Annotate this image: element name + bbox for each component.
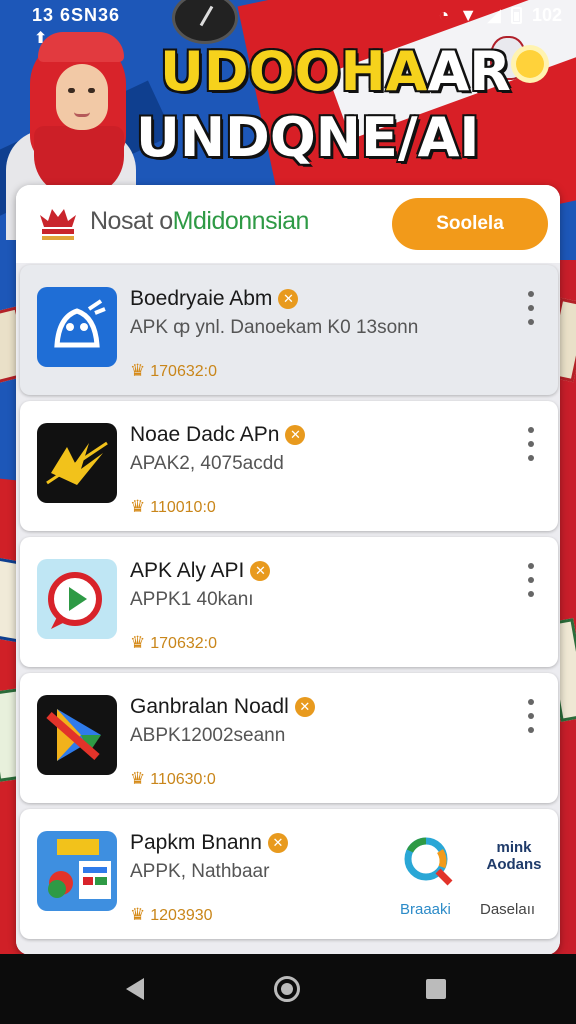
status-bar: 13 6SN36 ⬆ ◔ ▼ ◢ 102: [0, 0, 576, 47]
app-title-text: APK Aly API: [130, 559, 245, 582]
figure-eye: [88, 88, 95, 93]
figure-mouth: [74, 112, 90, 117]
app-icon-lightning[interactable]: [37, 423, 117, 503]
app-title: Boedryaie Abm ✕: [130, 287, 299, 311]
list-item[interactable]: Ganbralan Noadl ✕ ABPK12002seann ♛ 110630:…: [20, 673, 558, 803]
headline-line-1: UDOOHAAR: [160, 40, 511, 103]
list-item[interactable]: APK Aly API ✕ APPK1 40kanı ♛ 170632:0: [20, 537, 558, 667]
figure-face: [56, 64, 108, 130]
side-label-brand[interactable]: Daselaıı: [480, 901, 535, 918]
brand-name-prefix: Nosat o: [90, 207, 173, 235]
app-title-text: Boedryaie Abm: [130, 287, 273, 310]
verified-badge-icon: ✕: [278, 289, 299, 309]
panel-header: Nosat oMdidonnsian Soolela: [16, 185, 560, 263]
wifi-icon: ▼: [459, 5, 478, 25]
status-icons: ◔ ▼ ◢ 102: [438, 5, 562, 26]
crown-icon: ♛: [130, 633, 146, 652]
list-item[interactable]: Papkm Bnann ✕ APPK, Nathbaar ♛ 1203930 min…: [20, 809, 558, 939]
side-label-search[interactable]: Braaaki: [400, 901, 451, 918]
battery-icon: [510, 7, 522, 24]
crown-icon: ♛: [130, 769, 146, 788]
app-title: Ganbralan Noadl ✕: [130, 695, 315, 719]
brand-name: Nosat oMdidonnsian: [90, 207, 309, 236]
search-button[interactable]: Soolela: [392, 198, 548, 250]
brand-widget-line-2: Aodans: [486, 856, 542, 873]
headline-line-2: UNDQNE/AI: [136, 106, 480, 169]
app-title-text: Ganbralan Noadl: [130, 695, 289, 718]
brand-name-green: Mdidonnsian: [172, 207, 310, 235]
colorful-search-icon[interactable]: [400, 833, 456, 889]
app-count-value: 110010:0: [150, 499, 216, 516]
verified-badge-icon: ✕: [294, 697, 315, 717]
kebab-menu-icon[interactable]: [526, 291, 536, 325]
verified-badge-icon: ✕: [267, 833, 288, 853]
back-icon[interactable]: [126, 978, 144, 1000]
crown-icon: ♛: [130, 905, 146, 924]
signal-icon: ◢: [487, 5, 501, 25]
app-icon-chat-play[interactable]: [37, 559, 117, 639]
app-count-value: 1203930: [150, 907, 213, 924]
app-subtitle: APK ȹ ynl. Danoekam K0 13sonn: [130, 317, 419, 338]
app-list: Boedryaie Abm ✕ APK ȹ ynl. Danoekam K0 13…: [16, 263, 560, 955]
status-left-text: 13 6SN36: [32, 5, 121, 25]
system-navigation-bar: [0, 954, 576, 1024]
app-icon-play-store[interactable]: [37, 695, 117, 775]
app-title-text: Papkm Bnann: [130, 831, 262, 854]
app-download-count: ♛ 110010:0: [130, 497, 216, 517]
list-item[interactable]: Noae Dadc APn ✕ APAK2, 4075acdd ♛ 110010:0: [20, 401, 558, 531]
sun-decoration: [516, 50, 544, 78]
brand-widget[interactable]: mink Aodans: [476, 839, 552, 889]
verified-badge-icon: ✕: [285, 425, 306, 445]
recent-apps-icon[interactable]: [426, 979, 446, 999]
garuda-logo-icon: [40, 209, 76, 240]
figure-eye: [68, 88, 75, 93]
app-subtitle: APPK1 40kanı: [130, 589, 254, 610]
home-icon[interactable]: [274, 976, 300, 1002]
app-download-count: ♛ 110630:0: [130, 769, 216, 789]
list-item[interactable]: Boedryaie Abm ✕ APK ȹ ynl. Danoekam K0 13…: [20, 265, 558, 395]
headline-line-1-white: AR: [427, 40, 511, 103]
app-count-value: 170632:0: [150, 635, 217, 652]
app-title: Noae Dadc APn ✕: [130, 423, 306, 447]
brand-widget-line-1: mink: [496, 839, 532, 856]
figure-cap: [38, 32, 124, 62]
app-icon-apps-grid[interactable]: [37, 831, 117, 911]
app-subtitle: APAK2, 4075acdd: [130, 453, 284, 474]
kebab-menu-icon[interactable]: [526, 427, 536, 461]
app-icon-robot[interactable]: [37, 287, 117, 367]
kebab-menu-icon[interactable]: [526, 699, 536, 733]
app-title: Papkm Bnann ✕: [130, 831, 288, 855]
app-subtitle: ABPK12002seann: [130, 725, 286, 746]
app-download-count: ♛ 170632:0: [130, 361, 217, 381]
app-list-panel: Nosat oMdidonnsian Soolela Boedryaie Abm…: [16, 185, 560, 955]
crown-icon: ♛: [130, 497, 146, 516]
app-count-value: 170632:0: [150, 363, 217, 380]
headline-line-1-yellow: UDOOHA: [160, 40, 428, 103]
app-count-value: 110630:0: [150, 771, 216, 788]
app-download-count: ♛ 170632:0: [130, 633, 217, 653]
app-title: APK Aly API ✕: [130, 559, 271, 583]
verified-badge-icon: ✕: [250, 561, 271, 581]
app-subtitle: APPK, Nathbaar: [130, 861, 270, 882]
kebab-menu-icon[interactable]: [526, 563, 536, 597]
alarm-icon: ◔: [438, 5, 450, 25]
app-title-text: Noae Dadc APn: [130, 423, 280, 446]
battery-level: 102: [531, 5, 562, 25]
crown-icon: ♛: [130, 361, 146, 380]
app-download-count: ♛ 1203930: [130, 905, 213, 925]
